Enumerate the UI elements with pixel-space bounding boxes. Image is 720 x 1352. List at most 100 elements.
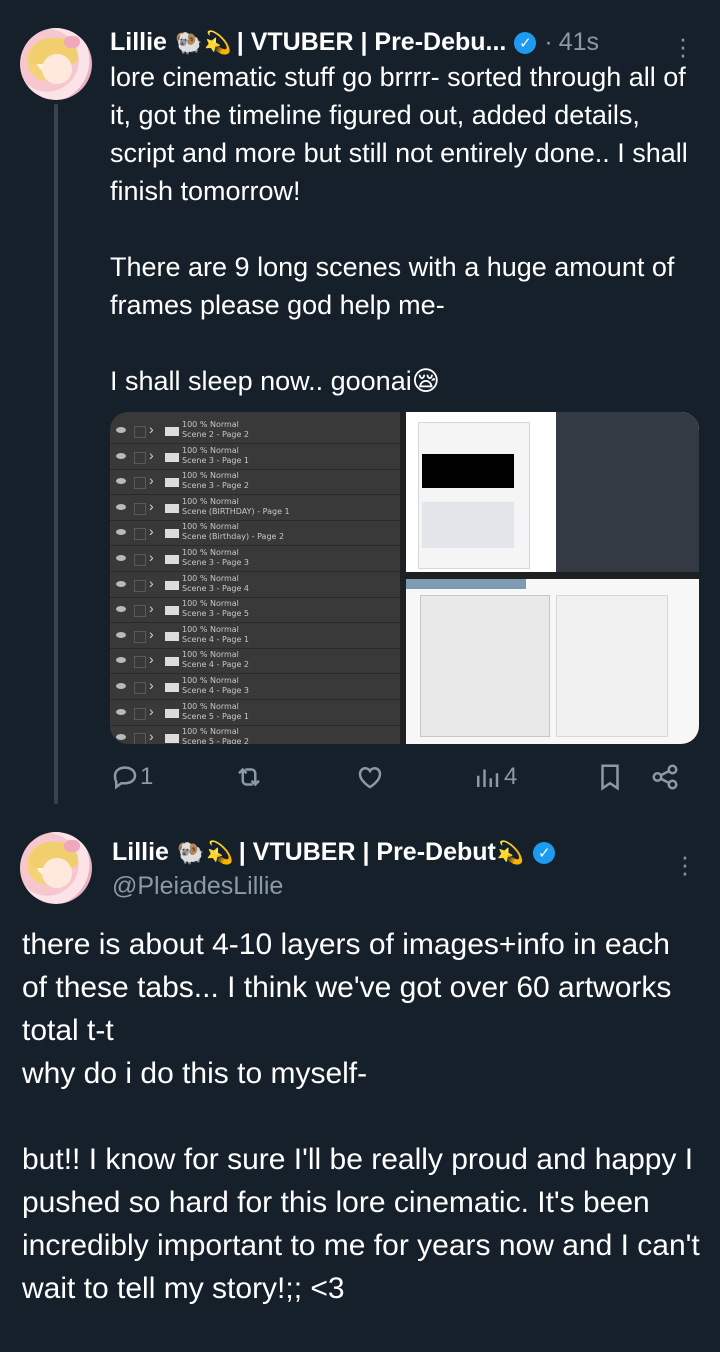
folder-icon — [165, 657, 179, 667]
layer-row: › 100 % Normal Scene (Birthday) - Page 2 — [110, 520, 400, 547]
layer-label: 100 % Normal Scene 5 - Page 2 — [182, 727, 249, 744]
eye-icon — [116, 683, 126, 689]
views-button[interactable]: 4 — [472, 762, 517, 792]
eye-icon — [116, 734, 126, 741]
eye-icon — [116, 529, 126, 536]
layer-blend: 100 % Normal — [182, 650, 239, 660]
eye-icon — [116, 503, 126, 510]
layer-label: 100 % Normal Scene 2 - Page 2 — [182, 420, 249, 440]
layer-name: Scene 3 - Page 2 — [182, 481, 249, 491]
eye-icon — [116, 427, 126, 433]
layer-blend: 100 % Normal — [182, 676, 239, 685]
folder-icon — [165, 580, 179, 590]
eye-icon — [116, 657, 126, 664]
layer-blend: 100 % Normal — [182, 701, 239, 711]
layer-label: 100 % Normal Scene 4 - Page 1 — [182, 625, 249, 645]
folder-icon — [165, 708, 179, 718]
display-name[interactable]: Lillie — [112, 838, 169, 867]
display-name-suffix[interactable]: | VTUBER | Pre-Debu... — [237, 28, 507, 57]
chevron-right-icon: › — [149, 702, 154, 719]
display-name[interactable]: Lillie — [110, 28, 167, 57]
dizzy-emoji-icon: 💫 — [204, 29, 232, 55]
layer-name: Scene 4 - Page 3 — [182, 686, 249, 695]
chevron-right-icon: › — [149, 549, 154, 565]
sheep-emoji-icon: 🐏 — [174, 29, 203, 55]
layer-name: Scene (BIRTHDAY) - Page 1 — [182, 506, 290, 516]
repost-button[interactable] — [234, 762, 264, 792]
timestamp[interactable]: 41s — [559, 28, 599, 57]
chevron-right-icon: › — [149, 523, 154, 540]
layer-row: › 100 % Normal Scene 3 - Page 2 — [110, 469, 400, 496]
chevron-right-icon: › — [149, 651, 154, 668]
layer-label: 100 % Normal Scene 3 - Page 5 — [182, 599, 249, 619]
chevron-right-icon: › — [149, 728, 154, 744]
lock-icon — [134, 707, 146, 720]
views-count: 4 — [504, 763, 518, 790]
media-image-layers[interactable]: › 100 % Normal Scene 2 - Page 2 › 100 % Norm… — [110, 412, 400, 744]
layer-row: › 100 % Normal Scene 3 - Page 5 — [110, 597, 400, 624]
lock-icon — [134, 733, 146, 744]
tweet-text: lore cinematic stuff go brrrr- sorted th… — [110, 62, 688, 396]
layer-name: Scene 3 - Page 3 — [182, 558, 249, 567]
views-icon — [477, 769, 499, 787]
lock-icon — [134, 579, 146, 592]
layer-blend: 100 % Normal — [182, 522, 239, 532]
tweet-text: there is about 4-10 layers of images+inf… — [22, 928, 700, 1305]
chevron-right-icon: › — [149, 677, 154, 693]
chevron-right-icon: › — [149, 446, 154, 463]
more-icon[interactable]: · · · — [678, 25, 688, 67]
more-icon[interactable]: · · · — [680, 843, 690, 885]
layer-blend: 100 % Normal — [182, 548, 239, 557]
action-bar: 1 4 — [110, 762, 705, 794]
eye-icon — [116, 580, 126, 587]
layer-name: Scene 4 - Page 1 — [182, 634, 249, 644]
layer-name: Scene 4 - Page 2 — [182, 660, 249, 670]
handle[interactable]: @PleiadesLillie — [112, 872, 283, 901]
folder-icon — [165, 631, 179, 641]
layer-name: Scene (Birthday) - Page 2 — [182, 532, 285, 542]
bookmark-icon — [601, 764, 619, 791]
reply-button[interactable]: 1 — [110, 762, 153, 792]
lock-icon — [134, 426, 146, 438]
media-image-sketch[interactable] — [406, 579, 699, 744]
layer-label: 100 % Normal Scene 3 - Page 4 — [182, 574, 249, 594]
chevron-right-icon: › — [149, 497, 154, 514]
layer-row: › 100 % Normal Scene 4 - Page 3 — [110, 674, 400, 700]
eye-icon — [116, 452, 126, 459]
layer-label: 100 % Normal Scene 3 - Page 1 — [182, 446, 249, 466]
folder-icon — [165, 606, 179, 616]
folder-icon — [165, 503, 179, 513]
verified-icon: ✓ — [533, 841, 556, 864]
layer-label: 100 % Normal Scene (BIRTHDAY) - Page 1 — [182, 497, 290, 517]
folder-icon — [165, 734, 179, 744]
media-grid[interactable]: › 100 % Normal Scene 2 - Page 2 › 100 % Norm… — [110, 412, 699, 744]
layer-blend: 100 % Normal — [182, 573, 239, 583]
verified-icon: ✓ — [514, 31, 537, 54]
layer-label: 100 % Normal Scene 5 - Page 1 — [182, 702, 249, 722]
folder-icon — [165, 555, 179, 564]
like-button[interactable] — [355, 762, 385, 792]
lock-icon — [134, 451, 146, 464]
layer-label: 100 % Normal Scene 3 - Page 2 — [182, 471, 249, 491]
layer-name: Scene 2 - Page 2 — [182, 430, 249, 439]
bookmark-button[interactable] — [595, 762, 625, 792]
repost-icon — [238, 767, 260, 787]
chevron-right-icon: › — [149, 574, 154, 591]
media-image-storyboard[interactable] — [406, 412, 699, 572]
eye-icon — [116, 555, 126, 561]
share-icon — [652, 764, 678, 790]
chevron-right-icon: › — [149, 625, 154, 642]
layer-row: › 100 % Normal Scene 3 - Page 1 — [110, 444, 400, 470]
layer-blend: 100 % Normal — [182, 496, 239, 506]
layer-name: Scene 5 - Page 2 — [182, 737, 249, 744]
eye-icon — [116, 631, 126, 638]
layer-row: › 100 % Normal Scene (BIRTHDAY) - Page 1 — [110, 495, 400, 521]
avatar[interactable] — [20, 28, 92, 100]
share-button[interactable] — [650, 762, 680, 792]
layer-name: Scene 3 - Page 1 — [182, 455, 249, 465]
avatar[interactable] — [20, 832, 92, 904]
layer-name: Scene 3 - Page 5 — [182, 609, 249, 619]
layer-name: Scene 3 - Page 4 — [182, 583, 249, 593]
layer-row: › 100 % Normal Scene 3 - Page 3 — [110, 546, 400, 572]
display-name-suffix[interactable]: | VTUBER | Pre-Debut — [239, 838, 496, 867]
